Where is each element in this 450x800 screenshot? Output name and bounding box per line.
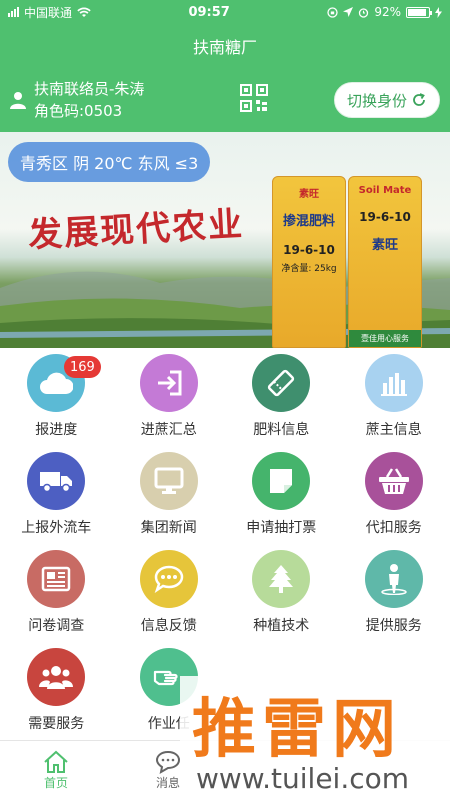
grid-item-apply-ticket[interactable]: 申请抽打票 <box>225 450 338 548</box>
battery-percent: 92% <box>374 5 401 19</box>
report-truck-circle <box>27 452 86 510</box>
chat-icon <box>154 565 184 593</box>
fertilizer-bag-2: Soil Mate 19-6-10 素旺 壹佳用心服务 <box>348 176 422 348</box>
wifi-icon <box>77 7 91 17</box>
alarm-icon <box>359 7 369 18</box>
tab-home[interactable]: 首页 <box>0 741 112 800</box>
newspaper-icon <box>42 566 71 592</box>
watermark-logo-text: 推雷网 <box>192 693 402 767</box>
bag-formula: 19-6-10 <box>283 243 335 257</box>
person-icon <box>381 564 407 595</box>
tab-home-label: 首页 <box>43 776 68 790</box>
switch-identity-label: 切换身份 <box>346 91 407 110</box>
battery-icon <box>405 6 432 18</box>
qr-code-icon[interactable] <box>240 84 268 112</box>
feedback-circle <box>139 550 198 608</box>
bag-brand-en: Soil Mate <box>358 185 412 196</box>
bag-net: 净含量: 25kg <box>281 264 337 274</box>
enter-icon <box>157 370 182 396</box>
grower-info-circle <box>364 354 423 412</box>
bag-brand-cn-2: 素旺 <box>371 238 398 253</box>
bag-brand-cn: 素旺 <box>299 189 319 200</box>
grid-item-label: 需要服务 <box>28 716 85 732</box>
charging-icon <box>434 6 442 18</box>
survey-circle <box>27 550 86 608</box>
switch-identity-button[interactable]: 切换身份 <box>333 82 440 118</box>
bag-name: 掺混肥料 <box>282 214 335 229</box>
grid-item-cane-summary[interactable]: 进蔗汇总 <box>113 352 226 450</box>
watermark-url: www.tuilei.com <box>196 762 410 795</box>
need-service-circle <box>27 648 86 706</box>
bar-chart-icon <box>380 373 407 396</box>
promo-banner[interactable]: 青秀区 阴 20℃ 东风 ≤3 发展现代农业 素旺 掺混肥料 19-6-10 净… <box>0 132 450 348</box>
note-icon <box>270 469 293 493</box>
signal-icon <box>8 7 19 17</box>
ticket-icon <box>268 369 295 397</box>
fertilizer-bag-1: 素旺 掺混肥料 19-6-10 净含量: 25kg <box>272 176 346 348</box>
grid-item-label: 蔗主信息 <box>365 422 422 438</box>
grid-item-report-truck[interactable]: 上报外流车 <box>0 450 113 548</box>
grid-item-label: 信息反馈 <box>140 618 197 634</box>
grid-item-label: 进蔗汇总 <box>140 422 197 438</box>
weather-text: 青秀区 阴 20℃ 东风 ≤3 <box>20 154 199 173</box>
grid-item-grower-info[interactable]: 蔗主信息 <box>338 352 450 450</box>
grid-item-fertilizer-info[interactable]: 肥料信息 <box>225 352 338 450</box>
user-bar: 扶南联络员-朱涛 角色码:0503 切换身份 <box>0 68 450 132</box>
status-bar: 中国联通 09:57 92% <box>0 0 450 24</box>
watermark: 推雷网 www.tuilei.com <box>180 676 450 800</box>
bag-formula-2: 19-6-10 <box>359 210 411 224</box>
deduction-service-circle <box>364 452 423 510</box>
weather-chip: 青秀区 阴 20℃ 东风 ≤3 <box>8 142 211 182</box>
grid-item-provide-service[interactable]: 提供服务 <box>338 548 450 646</box>
location-icon <box>343 7 354 17</box>
grid-item-label: 肥料信息 <box>253 422 310 438</box>
refresh-icon <box>413 93 425 106</box>
grid-item-label: 代扣服务 <box>365 520 422 536</box>
clock: 09:57 <box>188 4 230 20</box>
grid-item-label: 申请抽打票 <box>246 520 317 536</box>
truck-icon <box>40 472 73 493</box>
group-icon <box>39 666 74 689</box>
grid-item-label: 报进度 <box>35 422 78 438</box>
page-title: 扶南糖厂 <box>192 38 257 57</box>
grid-item-feedback[interactable]: 信息反馈 <box>113 548 226 646</box>
cane-summary-circle <box>139 354 198 412</box>
grid-item-group-news[interactable]: 集团新闻 <box>113 450 226 548</box>
tab-messages-label: 消息 <box>155 776 180 790</box>
fertilizer-info-circle <box>252 354 311 412</box>
progress-badge: 169 <box>64 356 101 378</box>
home-icon <box>44 750 68 773</box>
nav-bar: 扶南糖厂 <box>0 24 450 68</box>
grid-item-label: 提供服务 <box>365 618 422 634</box>
rotation-lock-icon <box>327 6 338 18</box>
apply-ticket-circle <box>252 452 311 510</box>
provide-service-circle <box>364 550 423 608</box>
grid-item-label: 上报外流车 <box>21 520 92 536</box>
grid-item-label: 种植技术 <box>253 618 310 634</box>
grid-item-need-service[interactable]: 需要服务 <box>0 646 113 744</box>
grid-item-label: 问卷调查 <box>28 618 85 634</box>
message-icon <box>155 750 181 774</box>
grid-item-planting-tech[interactable]: 种植技术 <box>225 548 338 646</box>
grid-item-survey[interactable]: 问卷调查 <box>0 548 113 646</box>
group-news-circle <box>139 452 198 510</box>
grid-item-deduction-service[interactable]: 代扣服务 <box>338 450 450 548</box>
grid-item-label: 集团新闻 <box>140 520 197 536</box>
user-icon <box>10 92 26 109</box>
bag-footer: 壹佳用心服务 <box>349 330 421 347</box>
grid-item-progress[interactable]: 169 报进度 <box>0 352 113 450</box>
monitor-icon <box>154 467 184 494</box>
carrier-label: 中国联通 <box>24 5 73 20</box>
planting-tech-circle <box>252 550 311 608</box>
tree-icon <box>269 565 294 593</box>
basket-icon <box>378 468 409 494</box>
